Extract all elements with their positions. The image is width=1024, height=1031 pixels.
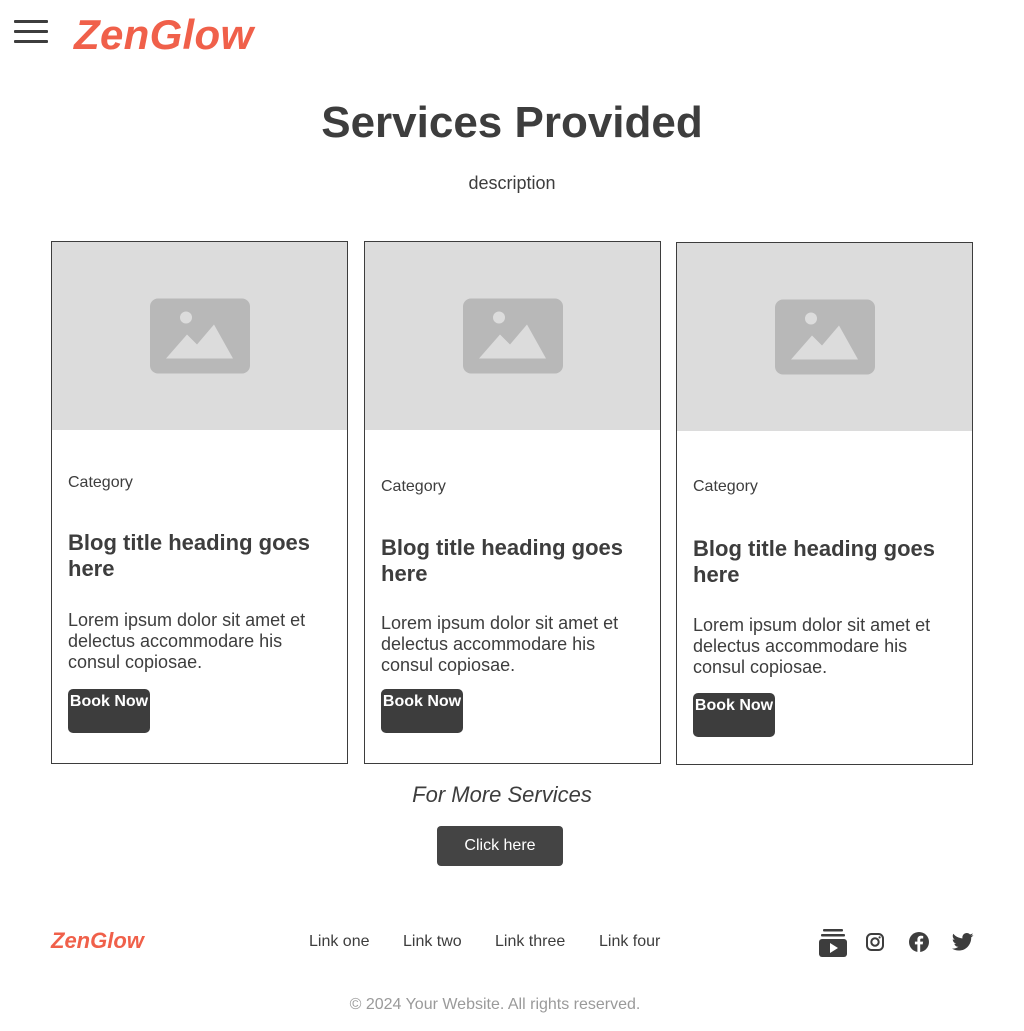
card-title: Blog title heading goes here: [68, 530, 311, 581]
menu-line: [14, 30, 48, 33]
card-category: Category: [381, 478, 446, 495]
image-placeholder-icon: [149, 298, 250, 374]
page-title: Services Provided: [321, 98, 703, 147]
youtube-icon[interactable]: [818, 928, 848, 958]
card-image: [52, 242, 347, 430]
service-card: Category Blog title heading goes here Lo…: [676, 242, 973, 765]
footer-logo[interactable]: ZenGlow: [51, 928, 144, 954]
page-description: description: [468, 173, 556, 193]
card-text: Lorem ipsum dolor sit amet et delectus a…: [68, 610, 306, 672]
footer-link-three[interactable]: Link three: [495, 933, 565, 951]
facebook-icon[interactable]: [908, 931, 930, 953]
book-now-button[interactable]: Book Now: [68, 689, 150, 733]
footer-link-one[interactable]: Link one: [309, 933, 370, 951]
copyright: © 2024 Your Website. All rights reserved…: [349, 996, 641, 1013]
card-category: Category: [693, 478, 758, 495]
card-image: [677, 243, 972, 431]
more-services-text: For More Services: [412, 782, 592, 807]
logo[interactable]: ZenGlow: [74, 11, 253, 59]
card-image: [365, 242, 660, 430]
footer-link-two[interactable]: Link two: [403, 933, 462, 951]
menu-line: [14, 40, 48, 43]
card-text: Lorem ipsum dolor sit amet et delectus a…: [381, 613, 619, 675]
footer-link-four[interactable]: Link four: [599, 933, 660, 951]
book-now-button[interactable]: Book Now: [693, 693, 775, 737]
menu-line: [14, 20, 48, 23]
card-category: Category: [68, 474, 133, 491]
service-card: Category Blog title heading goes here Lo…: [364, 241, 661, 764]
book-now-button[interactable]: Book Now: [381, 689, 463, 733]
image-placeholder-icon: [462, 298, 563, 374]
card-text: Lorem ipsum dolor sit amet et delectus a…: [693, 615, 931, 677]
twitter-icon[interactable]: [952, 933, 974, 951]
click-here-button[interactable]: Click here: [437, 826, 563, 866]
service-card: Category Blog title heading goes here Lo…: [51, 241, 348, 764]
card-title: Blog title heading goes here: [381, 535, 624, 586]
instagram-icon[interactable]: [865, 932, 885, 952]
image-placeholder-icon: [774, 299, 875, 375]
hamburger-menu-icon[interactable]: [14, 20, 48, 46]
card-title: Blog title heading goes here: [693, 536, 936, 587]
